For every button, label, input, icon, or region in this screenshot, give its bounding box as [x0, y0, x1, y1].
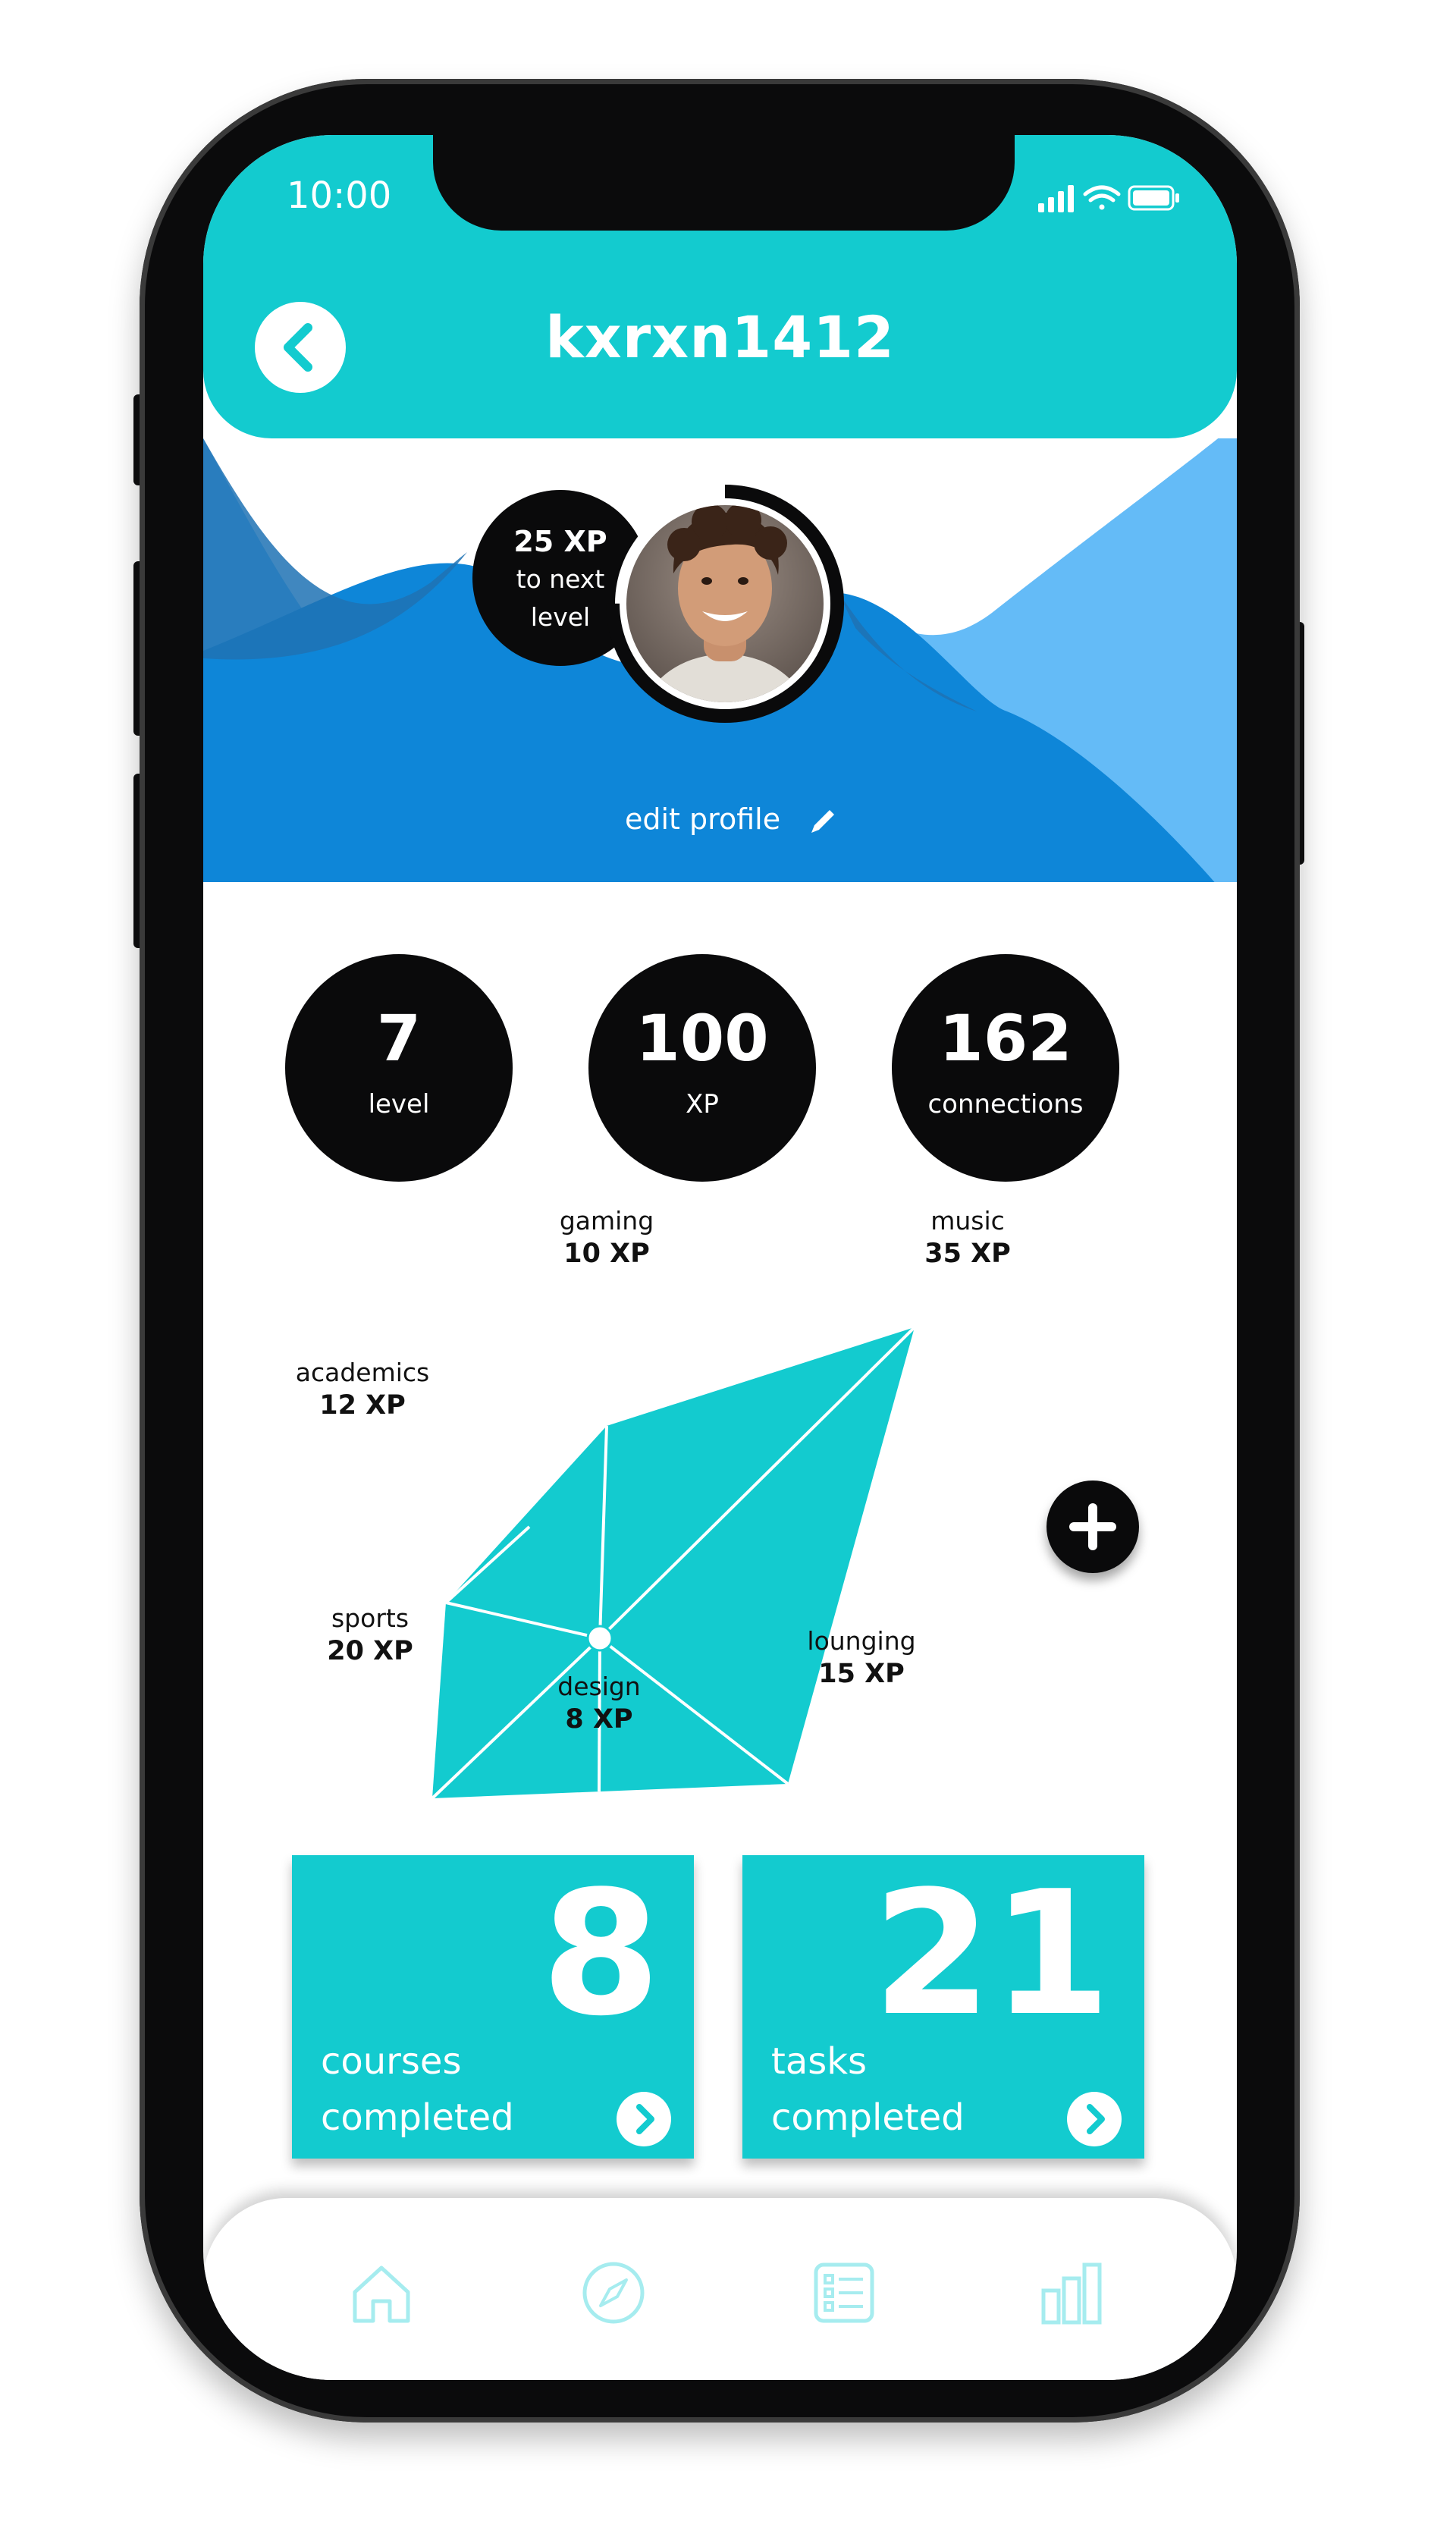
tasks-open-button[interactable] [1067, 2092, 1122, 2146]
battery-icon [1128, 185, 1179, 211]
status-icons [1038, 179, 1182, 220]
stat-level[interactable]: 7 level [285, 954, 513, 1182]
courses-label-line2: completed [321, 2096, 514, 2139]
courses-open-button[interactable] [617, 2092, 671, 2146]
tasks-label-line1: tasks [771, 2040, 868, 2083]
list-icon[interactable] [810, 2259, 878, 2327]
bar-chart-icon[interactable] [1037, 2259, 1106, 2327]
skill-design: design 8 XP [531, 1672, 667, 1735]
skill-gaming: gaming 10 XP [538, 1206, 675, 1269]
skill-name: lounging [807, 1626, 916, 1656]
chevron-right-icon [1087, 2104, 1105, 2134]
skill-xp: 12 XP [319, 1390, 406, 1421]
chevron-right-icon [636, 2104, 654, 2134]
pencil-icon[interactable] [807, 804, 840, 837]
stat-connections[interactable]: 162 connections [892, 954, 1119, 1182]
skill-music: music 35 XP [899, 1206, 1036, 1269]
skill-name: sports [331, 1603, 410, 1633]
phone-screen: 10:00 kxrxn1412 25 XP to next level edit… [203, 135, 1237, 2380]
wifi-icon [1083, 185, 1121, 210]
username-title: kxrxn1412 [545, 303, 895, 371]
skill-sports: sports 20 XP [309, 1603, 431, 1666]
stat-xp-label: XP [686, 1089, 719, 1119]
skill-lounging: lounging 15 XP [786, 1626, 937, 1689]
plus-icon [1069, 1503, 1116, 1550]
stat-xp[interactable]: 100 XP [588, 954, 816, 1182]
avatar-progress [604, 482, 846, 725]
skill-xp: 15 XP [818, 1659, 905, 1689]
tasks-completed-count: 21 [872, 1854, 1111, 2054]
home-icon[interactable] [347, 2259, 416, 2327]
skill-name: academics [295, 1358, 430, 1387]
add-skill-button[interactable] [1046, 1481, 1139, 1573]
phone-notch [433, 135, 1015, 231]
status-time: 10:00 [287, 174, 392, 217]
stat-connections-label: connections [927, 1089, 1084, 1119]
skill-xp: 35 XP [924, 1239, 1011, 1269]
signal-icon [1038, 185, 1074, 212]
skill-academics: academics 12 XP [279, 1358, 446, 1421]
radar-center [586, 1625, 613, 1652]
edit-profile-link[interactable]: edit profile [625, 802, 780, 836]
skill-xp: 8 XP [565, 1704, 633, 1735]
courses-completed-card[interactable]: 8 courses completed [292, 1855, 694, 2159]
courses-label-line1: courses [321, 2040, 462, 2083]
tasks-completed-card[interactable]: 21 tasks completed [742, 1855, 1144, 2159]
compass-icon[interactable] [579, 2259, 648, 2327]
skill-name: music [930, 1206, 1005, 1236]
courses-completed-count: 8 [541, 1854, 661, 2054]
bottom-nav [203, 2198, 1237, 2380]
stat-connections-value: 162 [939, 1001, 1072, 1075]
stat-level-label: level [368, 1089, 430, 1119]
skill-xp: 20 XP [327, 1636, 413, 1666]
avatar[interactable] [604, 482, 846, 725]
skill-name: gaming [559, 1206, 654, 1236]
stat-level-value: 7 [376, 1001, 422, 1075]
tasks-label-line2: completed [771, 2096, 965, 2139]
skill-xp: 10 XP [563, 1239, 650, 1269]
stat-xp-value: 100 [635, 1001, 769, 1075]
skill-name: design [557, 1672, 641, 1701]
